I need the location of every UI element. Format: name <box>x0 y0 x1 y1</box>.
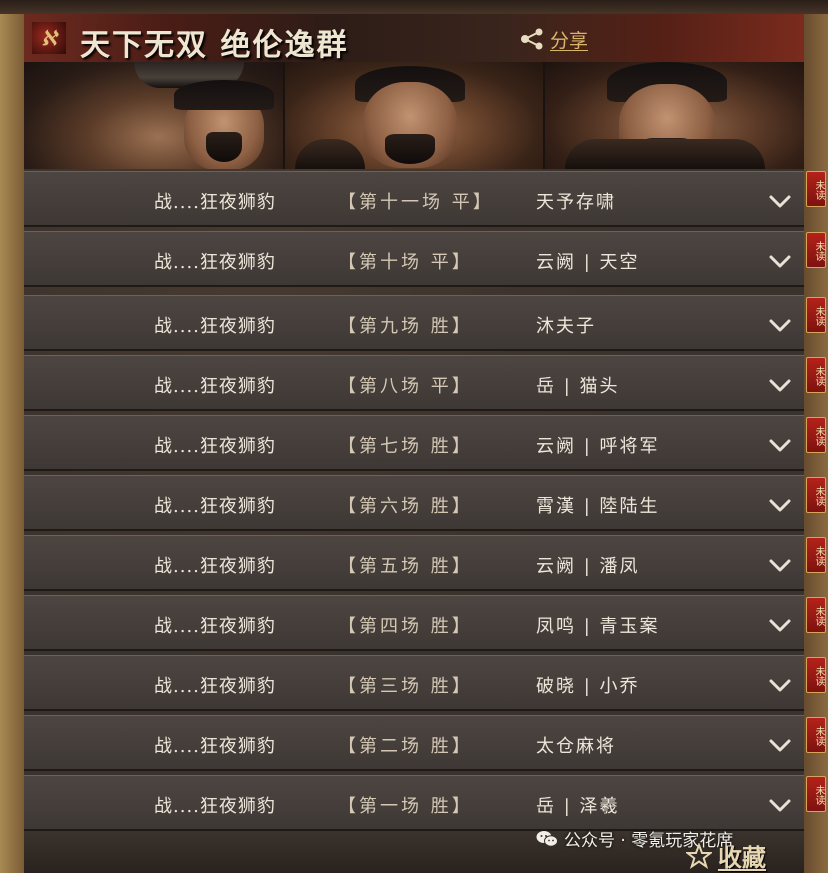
match-row[interactable]: 战....狂夜狮豹 【第十一场 平】 天予存啸 <box>24 171 804 227</box>
opponent-name: 沐夫子 <box>536 316 596 337</box>
share-button[interactable]: 分享 <box>520 26 588 52</box>
match-result: 【第二场 胜】 <box>338 736 473 757</box>
chevron-down-icon[interactable] <box>768 794 792 816</box>
opponent-name: 云阙 | 呼将军 <box>536 436 660 457</box>
player-name: 战....狂夜狮豹 <box>154 252 276 273</box>
player-name: 战....狂夜狮豹 <box>154 316 276 337</box>
title-bar: ℵ 天下无双 绝伦逸群 分享 <box>24 14 804 64</box>
star-icon <box>686 842 712 869</box>
match-row[interactable]: 战....狂夜狮豹 【第二场 胜】 太仓麻将 <box>24 715 804 771</box>
chevron-down-icon[interactable] <box>768 314 792 336</box>
chevron-down-icon[interactable] <box>768 674 792 696</box>
opponent-name: 岳 | 猫头 <box>536 376 620 397</box>
match-result: 【第十场 平】 <box>338 252 473 273</box>
match-result: 【第七场 胜】 <box>338 436 473 457</box>
unread-badge: 未读 <box>806 171 826 207</box>
chevron-down-icon[interactable] <box>768 374 792 396</box>
unread-badge: 未读 <box>806 537 826 573</box>
match-row[interactable]: 战....狂夜狮豹 【第三场 胜】 破晓 | 小乔 <box>24 655 804 711</box>
opponent-name: 天予存啸 <box>536 192 616 213</box>
player-name: 战....狂夜狮豹 <box>154 616 276 637</box>
player-name: 战....狂夜狮豹 <box>154 376 276 397</box>
chevron-down-icon[interactable] <box>768 494 792 516</box>
unread-badge: 未读 <box>806 357 826 393</box>
chevron-down-icon[interactable] <box>768 734 792 756</box>
unread-badge: 未读 <box>806 776 826 812</box>
match-result: 【第九场 胜】 <box>338 316 473 337</box>
player-name: 战....狂夜狮豹 <box>154 796 276 817</box>
opponent-name: 云阙 | 潘凤 <box>536 556 640 577</box>
chevron-down-icon[interactable] <box>768 554 792 576</box>
general-portrait-3 <box>545 62 805 169</box>
portrait-banner <box>24 62 805 169</box>
opponent-name: 凤鸣 | 青玉案 <box>536 616 660 637</box>
match-result: 【第三场 胜】 <box>338 676 473 697</box>
match-row[interactable]: 战....狂夜狮豹 【第六场 胜】 霄漢 | 陸陆生 <box>24 475 804 531</box>
match-result: 【第四场 胜】 <box>338 616 473 637</box>
unread-badge: 未读 <box>806 597 826 633</box>
opponent-name: 霄漢 | 陸陆生 <box>536 496 660 517</box>
favorite-label: 收藏 <box>718 843 766 872</box>
match-result: 【第五场 胜】 <box>338 556 473 577</box>
match-result: 【第十一场 平】 <box>338 192 494 213</box>
window-frame <box>0 0 828 14</box>
chevron-down-icon[interactable] <box>768 614 792 636</box>
general-portrait-1 <box>24 62 285 169</box>
match-list: 战....狂夜狮豹 【第十一场 平】 天予存啸 战....狂夜狮豹 【第十场 平】 云阙 … <box>24 169 804 833</box>
opponent-name: 云阙 | 天空 <box>536 252 640 273</box>
faction-logo-icon: ℵ <box>32 22 66 54</box>
chevron-down-icon[interactable] <box>768 434 792 456</box>
match-result: 【第六场 胜】 <box>338 496 473 517</box>
match-row[interactable]: 战....狂夜狮豹 【第十场 平】 云阙 | 天空 <box>24 231 804 287</box>
player-name: 战....狂夜狮豹 <box>154 676 276 697</box>
opponent-name: 破晓 | 小乔 <box>536 676 640 697</box>
player-name: 战....狂夜狮豹 <box>154 736 276 757</box>
match-row[interactable]: 战....狂夜狮豹 【第九场 胜】 沐夫子 <box>24 295 804 351</box>
opponent-name: 太仓麻将 <box>536 736 616 757</box>
favorite-button[interactable]: 收藏 <box>686 838 766 873</box>
player-name: 战....狂夜狮豹 <box>154 496 276 517</box>
unread-badge: 未读 <box>806 717 826 753</box>
share-icon <box>521 28 543 50</box>
unread-badge: 未读 <box>806 417 826 453</box>
unread-badge: 未读 <box>806 232 826 268</box>
chevron-down-icon[interactable] <box>768 190 792 212</box>
match-row[interactable]: 战....狂夜狮豹 【第四场 胜】 凤鸣 | 青玉案 <box>24 595 804 651</box>
general-portrait-2 <box>284 62 546 169</box>
match-row[interactable]: 战....狂夜狮豹 【第一场 胜】 岳 | 泽羲 <box>24 775 804 831</box>
match-result: 【第一场 胜】 <box>338 796 473 817</box>
match-row[interactable]: 战....狂夜狮豹 【第七场 胜】 云阙 | 呼将军 <box>24 415 804 471</box>
match-result: 【第八场 平】 <box>338 376 473 397</box>
unread-badge: 未读 <box>806 477 826 513</box>
player-name: 战....狂夜狮豹 <box>154 436 276 457</box>
match-row[interactable]: 战....狂夜狮豹 【第五场 胜】 云阙 | 潘凤 <box>24 535 804 591</box>
player-name: 战....狂夜狮豹 <box>154 192 276 213</box>
opponent-name: 岳 | 泽羲 <box>536 796 620 817</box>
unread-badge: 未读 <box>806 657 826 693</box>
share-label: 分享 <box>550 29 589 52</box>
unread-badge: 未读 <box>806 297 826 333</box>
player-name: 战....狂夜狮豹 <box>154 556 276 577</box>
chevron-down-icon[interactable] <box>768 250 792 272</box>
page-title: 天下无双 绝伦逸群 <box>80 28 349 63</box>
wechat-icon <box>536 830 558 847</box>
match-row[interactable]: 战....狂夜狮豹 【第八场 平】 岳 | 猫头 <box>24 355 804 411</box>
